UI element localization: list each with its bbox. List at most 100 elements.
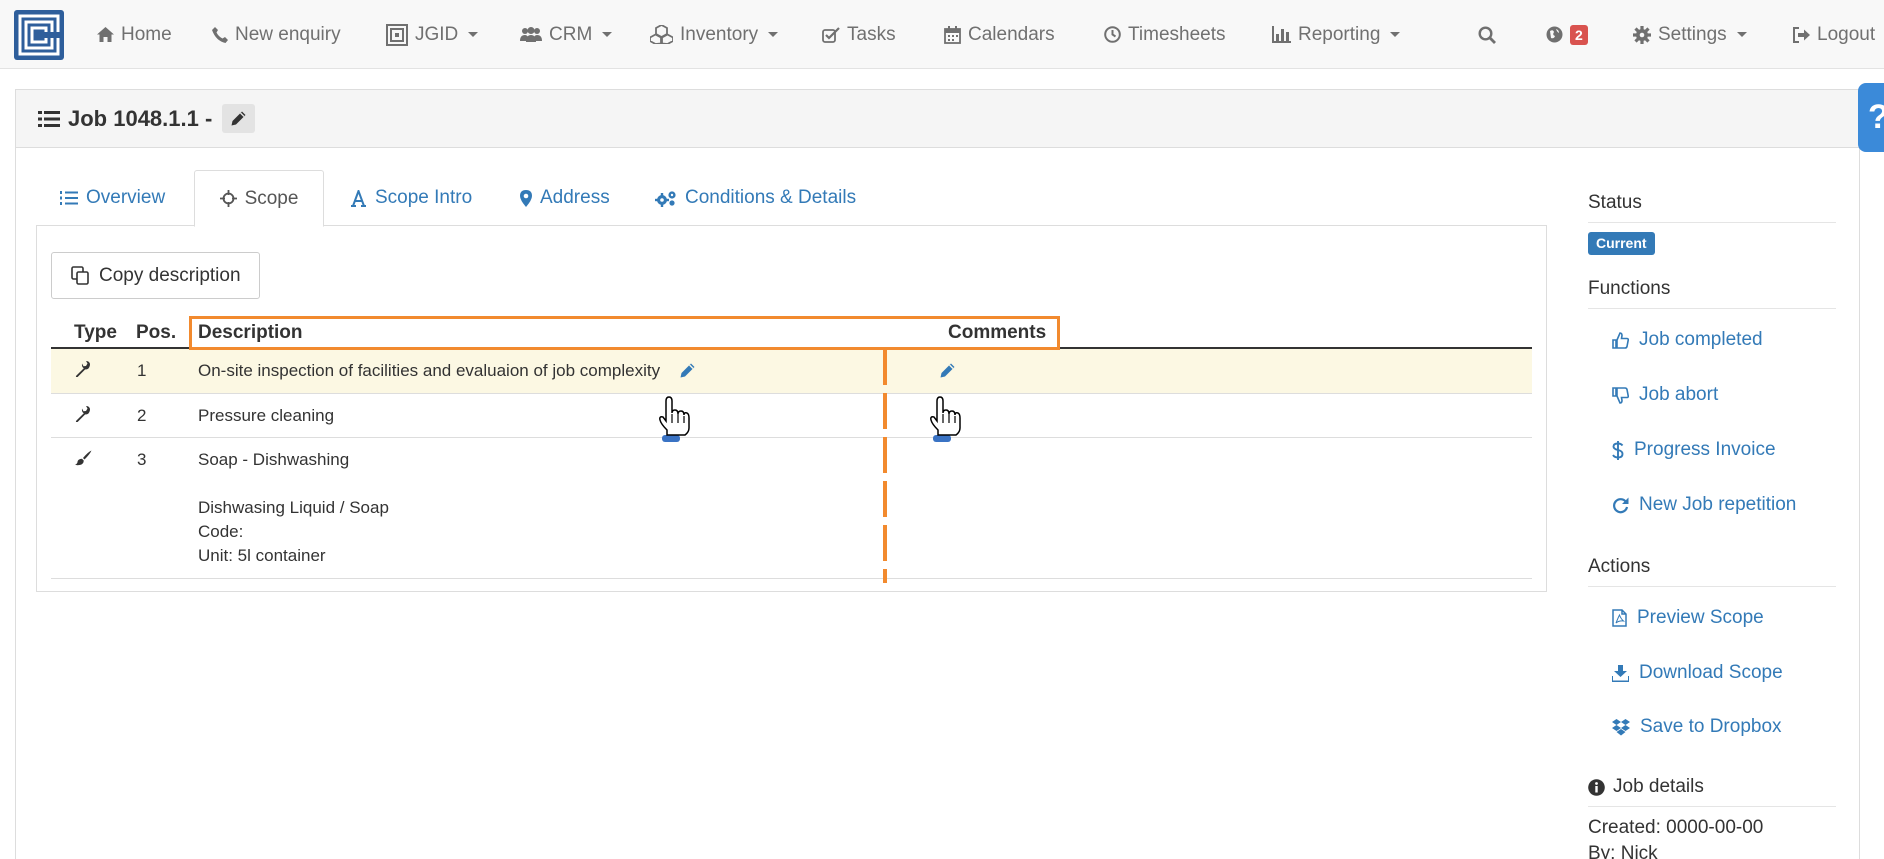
dollar-icon xyxy=(1612,440,1624,460)
list-ol-icon xyxy=(60,191,78,205)
wrench-icon xyxy=(75,406,90,422)
job-abort-label: Job abort xyxy=(1639,384,1719,405)
row-detail-code: Code: xyxy=(198,522,244,541)
phone-icon xyxy=(212,26,228,43)
globe-icon xyxy=(1546,26,1563,43)
new-job-repetition-label: New Job repetition xyxy=(1639,494,1797,515)
nav-notifications[interactable]: 2 xyxy=(1546,0,1588,69)
edit-title-button[interactable] xyxy=(222,104,256,133)
save-to-dropbox-label: Save to Dropbox xyxy=(1640,716,1782,737)
crosshairs-icon xyxy=(219,190,237,207)
edit-description-pencil-icon[interactable] xyxy=(680,363,695,378)
nav-tasks[interactable]: Tasks xyxy=(822,0,896,69)
functions-heading-label: Functions xyxy=(1588,278,1671,299)
row-detail-unit: Unit: 5l container xyxy=(198,546,326,565)
chevron-down-icon xyxy=(468,32,479,37)
job-tabs: Overview Scope Scope Intro Address Condi… xyxy=(36,170,1547,227)
download-scope-label: Download Scope xyxy=(1639,662,1783,683)
row-pos: 2 xyxy=(137,406,147,425)
actions-heading: Actions xyxy=(1588,556,1836,587)
save-to-dropbox-link[interactable]: Save to Dropbox xyxy=(1612,716,1782,738)
search-icon xyxy=(1478,25,1496,44)
tab-conditions-details[interactable]: Conditions & Details xyxy=(655,170,856,226)
job-completed-label: Job completed xyxy=(1639,329,1763,350)
job-abort-link[interactable]: Job abort xyxy=(1612,384,1718,406)
nav-jgid-label: JGID xyxy=(415,23,459,45)
nav-calendars[interactable]: Calendars xyxy=(944,0,1055,69)
checkbox-icon xyxy=(822,26,840,43)
column-header-type: Type xyxy=(74,322,117,343)
chevron-down-icon xyxy=(602,32,613,37)
gears-icon xyxy=(655,190,676,207)
job-details-heading: Job details xyxy=(1588,776,1836,807)
status-badge: Current xyxy=(1588,232,1655,255)
table-row[interactable]: 2 Pressure cleaning xyxy=(51,394,1532,438)
tab-address[interactable]: Address xyxy=(520,170,610,226)
tab-scope-intro[interactable]: Scope Intro xyxy=(350,170,472,226)
progress-invoice-link[interactable]: Progress Invoice xyxy=(1612,439,1776,461)
tab-scope[interactable]: Scope xyxy=(194,170,324,227)
map-marker-icon xyxy=(520,189,532,207)
status-heading: Status xyxy=(1588,192,1836,223)
edit-comment-pencil-icon[interactable] xyxy=(940,363,955,378)
nav-home[interactable]: Home xyxy=(97,0,172,69)
nav-tasks-label: Tasks xyxy=(847,23,896,45)
nav-reporting[interactable]: Reporting xyxy=(1272,0,1401,69)
job-panel-header: Job 1048.1.1 - xyxy=(16,90,1859,148)
new-job-repetition-link[interactable]: New Job repetition xyxy=(1612,494,1796,516)
nav-crm[interactable]: CRM xyxy=(520,0,613,69)
nav-new-enquiry[interactable]: New enquiry xyxy=(212,0,341,69)
tab-scope-label: Scope xyxy=(244,187,299,209)
chevron-down-icon xyxy=(768,32,779,37)
hand-cursor-icon xyxy=(659,396,690,442)
nav-crm-label: CRM xyxy=(549,23,593,45)
top-navbar: Home New enquiry JGID CRM Inventory Task… xyxy=(0,0,1884,69)
job-created-by: By: Nick xyxy=(1588,843,1658,859)
tab-overview[interactable]: Overview xyxy=(60,170,165,226)
job-completed-link[interactable]: Job completed xyxy=(1612,329,1763,351)
nav-settings[interactable]: Settings xyxy=(1633,0,1747,69)
functions-heading: Functions xyxy=(1588,278,1836,309)
row-description: Soap - Dishwashing xyxy=(198,450,350,469)
table-row[interactable]: 3 Soap - Dishwashing Dishwasing Liquid /… xyxy=(51,438,1532,579)
row-detail-name: Dishwasing Liquid / Soap xyxy=(198,498,389,517)
hand-cursor-icon xyxy=(930,396,961,442)
page-title: Job 1048.1.1 - xyxy=(38,104,256,133)
row-pos: 1 xyxy=(137,361,147,380)
info-circle-icon xyxy=(1588,778,1605,796)
app-logo[interactable] xyxy=(14,10,64,60)
chevron-down-icon xyxy=(1390,32,1401,37)
tab-scope-intro-label: Scope Intro xyxy=(375,187,473,208)
nav-inventory-label: Inventory xyxy=(680,23,759,45)
help-tab[interactable]: ? xyxy=(1858,83,1884,152)
preview-scope-link[interactable]: Preview Scope xyxy=(1612,607,1764,629)
pdf-file-icon xyxy=(1612,609,1627,627)
brush-icon xyxy=(75,450,92,466)
row-description: Pressure cleaning xyxy=(198,406,335,425)
nav-inventory[interactable]: Inventory xyxy=(650,0,779,69)
nav-logout[interactable]: Logout xyxy=(1792,0,1875,69)
calendar-icon xyxy=(944,25,961,44)
column-header-pos: Pos. xyxy=(136,322,177,343)
tab-overview-label: Overview xyxy=(86,187,166,208)
download-scope-link[interactable]: Download Scope xyxy=(1612,662,1783,684)
dropbox-icon xyxy=(1612,718,1630,735)
notification-count-badge: 2 xyxy=(1570,24,1588,45)
status-heading-label: Status xyxy=(1588,192,1642,213)
nav-timesheets[interactable]: Timesheets xyxy=(1104,0,1226,69)
thumbs-down-icon xyxy=(1612,386,1629,404)
font-icon xyxy=(351,189,366,207)
table-row[interactable]: 1 On-site inspection of facilities and e… xyxy=(51,349,1532,394)
copy-description-label: Copy description xyxy=(99,264,241,286)
download-icon xyxy=(1612,664,1629,682)
copy-description-button[interactable]: Copy description xyxy=(51,252,260,299)
nav-jgid[interactable]: JGID xyxy=(386,0,479,69)
row-description: On-site inspection of facilities and eva… xyxy=(198,361,661,380)
nav-search[interactable] xyxy=(1478,0,1496,69)
copy-icon xyxy=(71,266,89,285)
nav-settings-label: Settings xyxy=(1658,23,1727,45)
jgid-icon xyxy=(386,23,408,46)
actions-heading-label: Actions xyxy=(1588,556,1651,577)
chevron-down-icon xyxy=(1736,32,1747,37)
nav-home-label: Home xyxy=(121,23,172,45)
